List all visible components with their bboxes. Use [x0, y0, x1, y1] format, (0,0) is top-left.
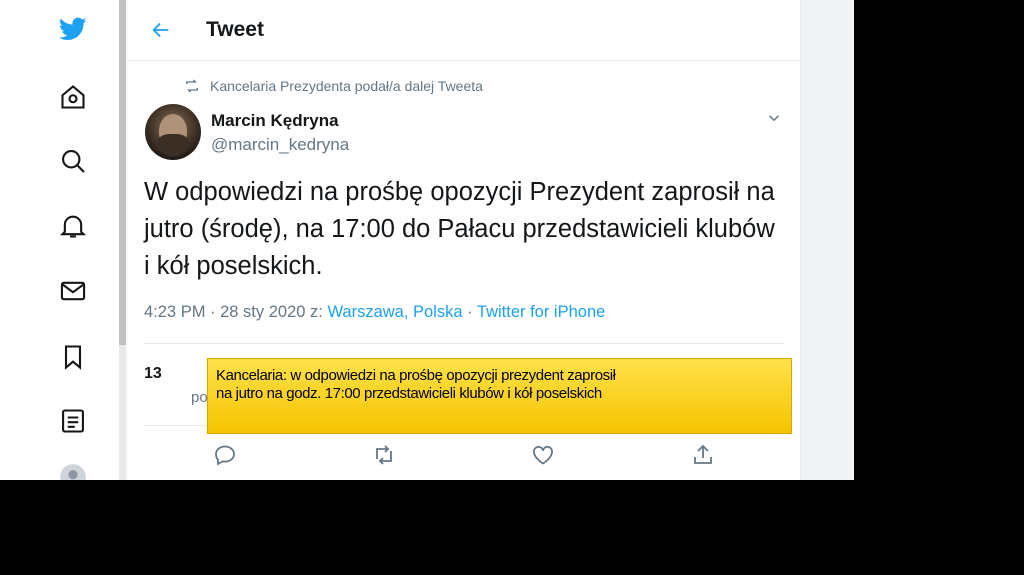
author-name[interactable]: Marcin Kędryna	[211, 111, 339, 131]
source-link[interactable]: Twitter for iPhone	[477, 303, 605, 321]
profile-icon[interactable]	[58, 462, 88, 480]
messages-icon[interactable]	[58, 276, 88, 306]
author-handle[interactable]: @marcin_kedryna	[211, 135, 349, 155]
retweet-icon	[186, 79, 198, 93]
caption-line: na jutro na godz. 17:00 przedstawicieli …	[216, 385, 602, 402]
like-heart-icon[interactable]	[530, 442, 556, 468]
tweet-line: W odpowiedzi na prośbę opozycji Prezyden…	[144, 178, 775, 206]
lists-icon[interactable]	[58, 406, 88, 436]
page-header: Tweet	[128, 0, 800, 61]
twitter-logo-icon[interactable]	[58, 14, 88, 44]
caption-line: Kancelaria: w odpowiedzi na prośbę opozy…	[216, 367, 616, 384]
sidebar-nav	[0, 0, 120, 480]
divider	[144, 343, 784, 344]
meta-separator: ·	[462, 303, 477, 321]
retweet-icon[interactable]	[371, 442, 397, 468]
news-caption-overlay: Kancelaria: w odpowiedzi na prośbę opozy…	[207, 358, 792, 434]
page-title: Tweet	[206, 18, 264, 41]
bookmarks-icon[interactable]	[58, 342, 88, 372]
retweet-context-label: Kancelaria Prezydenta podał/a dalej Twee…	[210, 78, 483, 94]
tweet-meta: 4:23 PM · 28 sty 2020 z: Warszawa, Polsk…	[144, 303, 605, 322]
avatar[interactable]	[145, 104, 201, 160]
back-arrow-icon[interactable]	[148, 17, 174, 43]
tweet-line: i kół poselskich.	[144, 252, 323, 280]
reply-icon[interactable]	[212, 442, 238, 468]
tweet-line: jutro (środę), na 17:00 do Pałacu przeds…	[144, 215, 775, 243]
stat-label: po	[191, 389, 208, 406]
tweet-text: W odpowiedzi na prośbę opozycji Prezyden…	[144, 174, 794, 285]
explore-icon[interactable]	[58, 146, 88, 176]
home-icon[interactable]	[58, 82, 88, 112]
scrollbar-thumb[interactable]	[119, 0, 126, 345]
chevron-down-icon[interactable]	[764, 108, 784, 128]
location-link[interactable]: Warszawa, Polska	[327, 303, 462, 321]
tweet-timestamp[interactable]: 4:23 PM · 28 sty 2020 z:	[144, 303, 327, 321]
share-icon[interactable]	[690, 442, 716, 468]
notifications-icon[interactable]	[58, 211, 88, 241]
browser-screen: Tweet Kancelaria Prezydenta podał/a dale…	[0, 0, 854, 480]
stat-count[interactable]: 13	[144, 365, 162, 383]
right-pane	[801, 0, 854, 480]
retweet-context[interactable]: Kancelaria Prezydenta podał/a dalej Twee…	[184, 78, 483, 94]
